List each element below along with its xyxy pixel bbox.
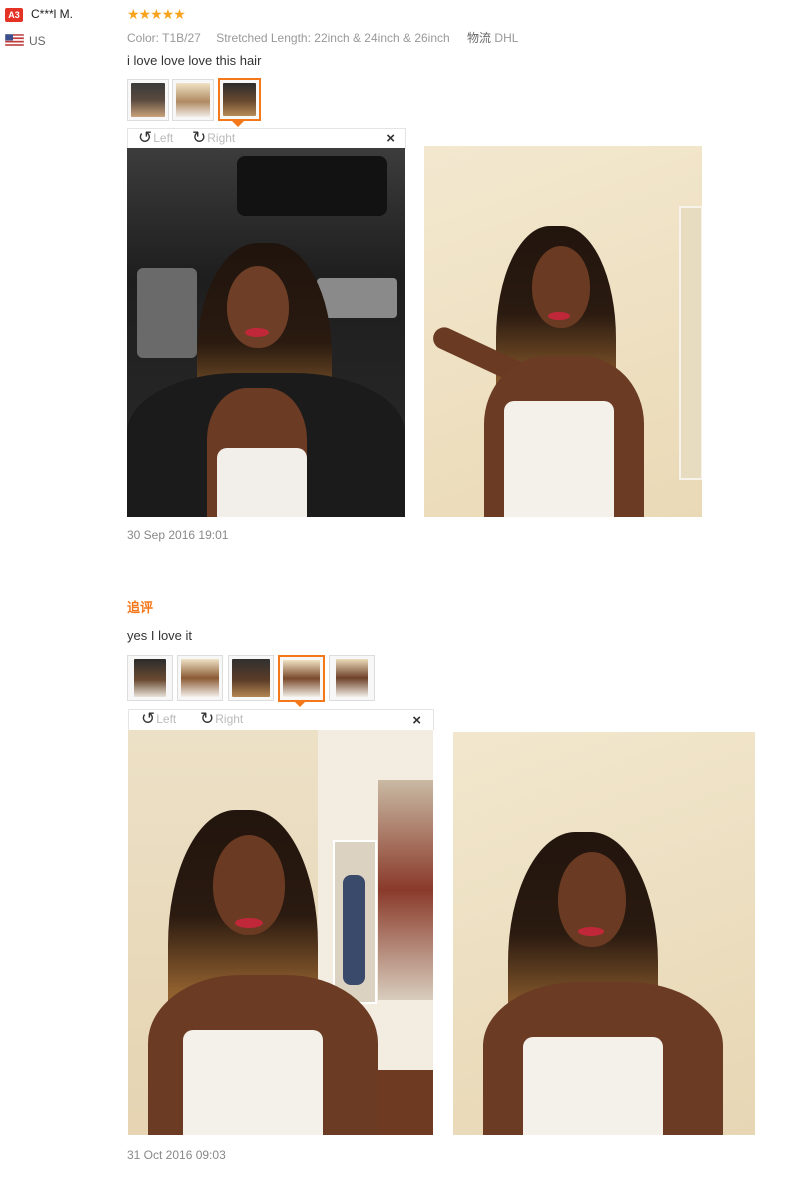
followup-thumbnail-4-selected[interactable] bbox=[278, 655, 325, 702]
shipping-label: 物流 bbox=[467, 31, 492, 45]
rotate-right-button[interactable]: ↻ Right bbox=[200, 709, 244, 728]
followup-photo-wall-selfie[interactable] bbox=[453, 732, 755, 1135]
followup-thumbnail-2[interactable] bbox=[177, 655, 223, 701]
image-viewer-toolbar: ↺ Left ↻ Right × bbox=[127, 128, 406, 149]
selected-thumbnail-caret bbox=[231, 120, 245, 127]
followup-thumbnail-1[interactable] bbox=[127, 655, 173, 701]
review-text: i love love love this hair bbox=[127, 53, 262, 68]
review-photo-wall-pose[interactable] bbox=[424, 146, 702, 517]
followup-thumbnail-3[interactable] bbox=[228, 655, 274, 701]
rotate-right-button[interactable]: ↻ Right bbox=[192, 128, 236, 147]
review-date: 30 Sep 2016 19:01 bbox=[127, 528, 229, 542]
followup-date: 31 Oct 2016 09:03 bbox=[127, 1148, 226, 1162]
rotate-left-icon: ↺ bbox=[141, 709, 156, 728]
rotate-left-icon: ↺ bbox=[138, 128, 153, 147]
color-label: Color: bbox=[127, 31, 160, 45]
followup-thumbnail-5[interactable] bbox=[329, 655, 375, 701]
length-value: 22inch & 24inch & 26inch bbox=[314, 31, 450, 45]
rating-stars: ★★★★★ bbox=[127, 6, 186, 22]
rotate-left-label: Left bbox=[153, 131, 174, 145]
review-thumbnail-3-selected[interactable] bbox=[218, 78, 261, 121]
followup-text: yes I love it bbox=[127, 628, 193, 643]
rotate-left-button[interactable]: ↺ Left bbox=[141, 709, 177, 728]
followup-photo-hallway-selfie[interactable] bbox=[128, 730, 433, 1135]
rotate-right-icon: ↻ bbox=[200, 709, 215, 728]
close-icon[interactable]: × bbox=[386, 130, 395, 147]
length-label: Stretched Length: bbox=[216, 31, 311, 45]
followup-heading: 追评 bbox=[127, 600, 154, 615]
reviewer-country: US bbox=[29, 34, 46, 48]
review-thumbnail-2[interactable] bbox=[172, 79, 214, 121]
rotate-left-label: Left bbox=[156, 712, 177, 726]
close-icon[interactable]: × bbox=[412, 712, 421, 729]
us-flag-icon bbox=[5, 34, 24, 46]
color-value: T1B/27 bbox=[162, 31, 201, 45]
reviewer-name: C***l M. bbox=[31, 7, 74, 21]
rotate-right-label: Right bbox=[207, 131, 236, 145]
order-attributes: Color: T1B/27 Stretched Length: 22inch &… bbox=[127, 29, 518, 46]
review-thumbnail-1[interactable] bbox=[127, 79, 169, 121]
rotate-right-icon: ↻ bbox=[192, 128, 207, 147]
rotate-left-button[interactable]: ↺ Left bbox=[138, 128, 174, 147]
review-photo-car-selfie[interactable] bbox=[127, 148, 405, 517]
selected-thumbnail-caret bbox=[293, 700, 307, 707]
user-level-badge: A3 bbox=[5, 8, 23, 22]
rotate-right-label: Right bbox=[215, 712, 244, 726]
shipping-value: DHL bbox=[494, 31, 519, 45]
image-viewer-toolbar: ↺ Left ↻ Right × bbox=[128, 709, 434, 730]
